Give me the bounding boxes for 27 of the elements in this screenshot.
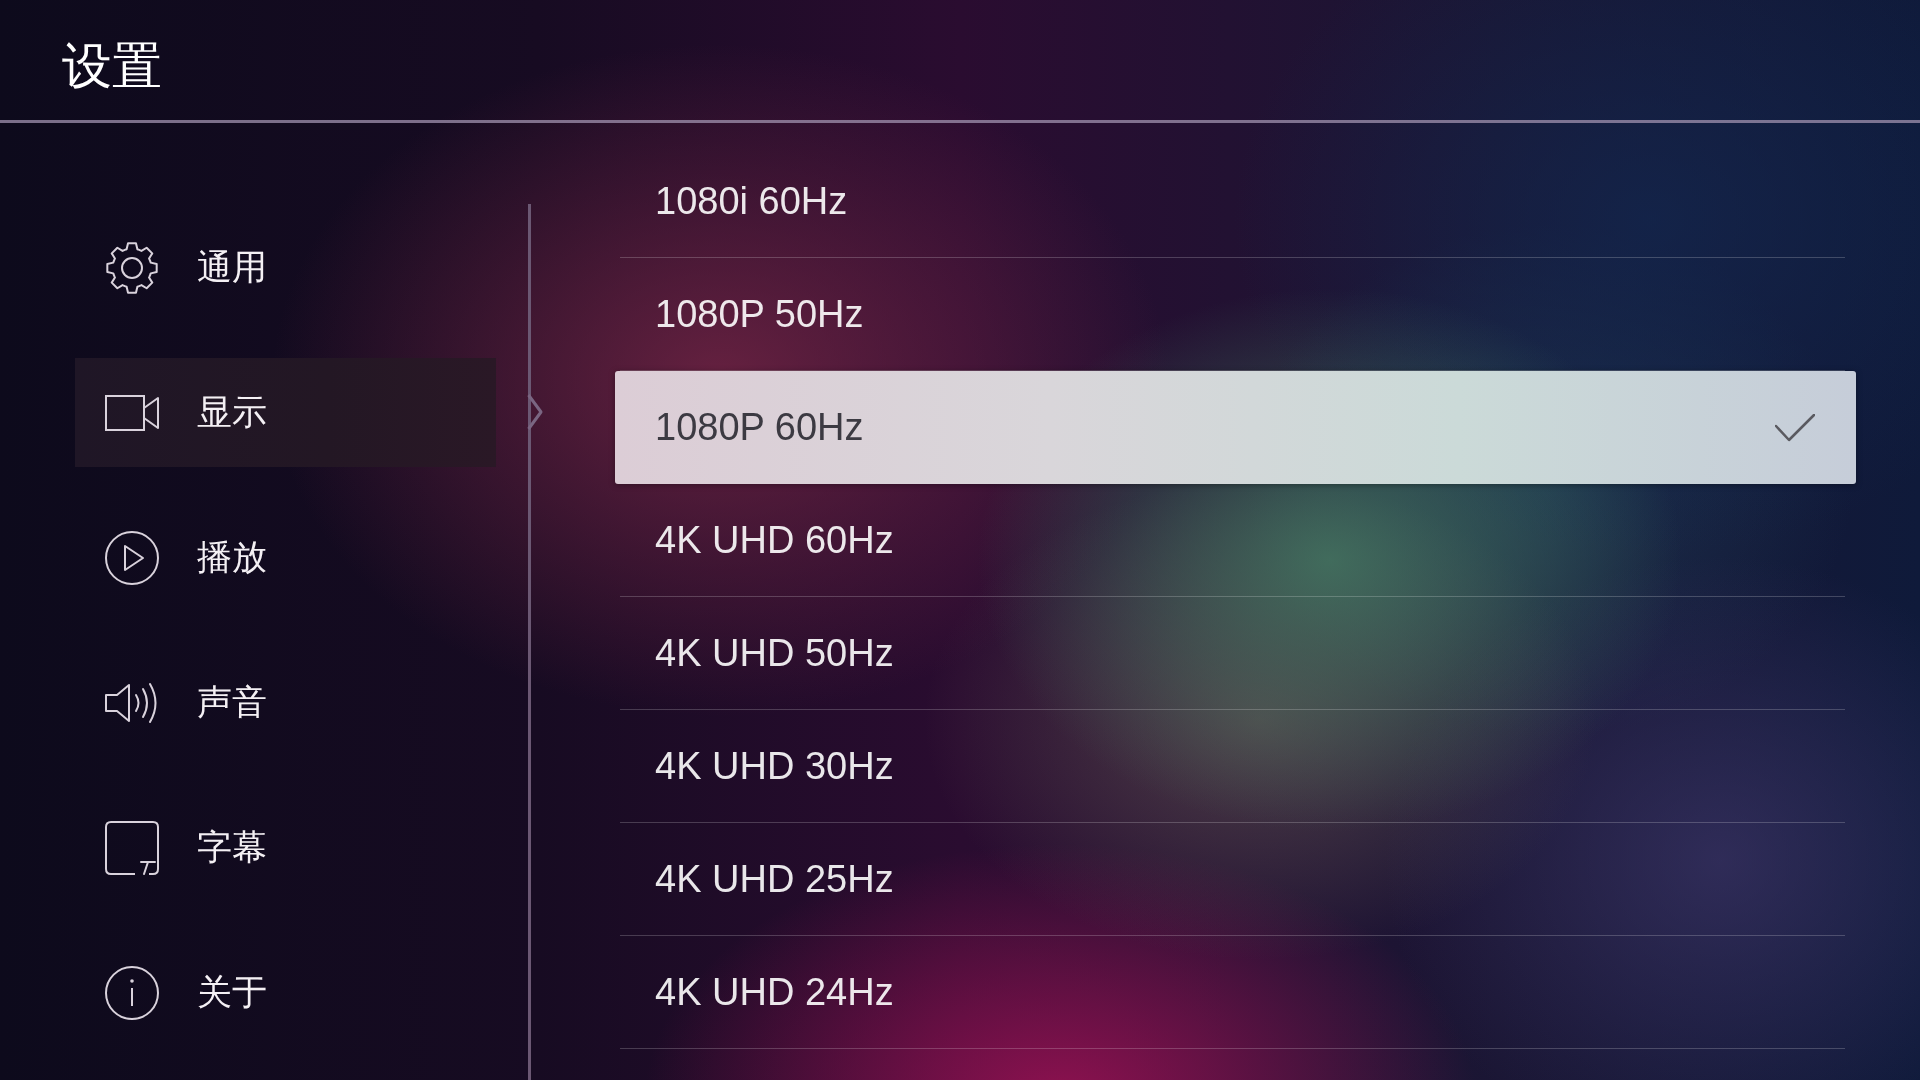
resolution-option[interactable]: 1080P 60Hz [615, 371, 1856, 484]
checkmark-icon [1775, 413, 1815, 442]
resolution-option[interactable]: 1080i 60Hz [620, 145, 1845, 258]
option-label: 4K UHD 24Hz [655, 970, 894, 1014]
resolution-option[interactable]: 4K UHD 50Hz [620, 597, 1845, 710]
settings-title: 设置 [62, 38, 162, 94]
gear-icon [105, 240, 159, 295]
sidebar-item[interactable]: 字幕 [75, 793, 496, 902]
subtitles-icon [105, 820, 159, 875]
info-icon [105, 965, 159, 1020]
option-label: 4K UHD 25Hz [655, 857, 894, 901]
option-label: 1080P 50Hz [655, 292, 864, 336]
option-label: 4K UHD 60Hz [655, 518, 894, 562]
sidebar-item[interactable]: 声音 [75, 648, 496, 757]
option-label: 1080P 60Hz [655, 406, 864, 449]
play-icon [105, 530, 159, 585]
resolution-option[interactable]: 4K UHD 24Hz [620, 936, 1845, 1049]
sidebar-item[interactable]: 播放 [75, 503, 496, 612]
sidebar-item[interactable]: 关于 [75, 938, 496, 1047]
option-label: 1080i 60Hz [655, 179, 848, 223]
sidebar-item[interactable]: 通用 [75, 213, 496, 322]
option-label: 4K UHD 50Hz [655, 631, 894, 675]
divider-notch-icon [527, 394, 543, 430]
option-label: 4K UHD 30Hz [655, 744, 894, 788]
resolution-option[interactable]: 4K UHD 30Hz [620, 710, 1845, 823]
resolution-option[interactable]: 4K UHD 60Hz [620, 484, 1845, 597]
resolution-option[interactable]: 4K UHD 25Hz [620, 823, 1845, 936]
